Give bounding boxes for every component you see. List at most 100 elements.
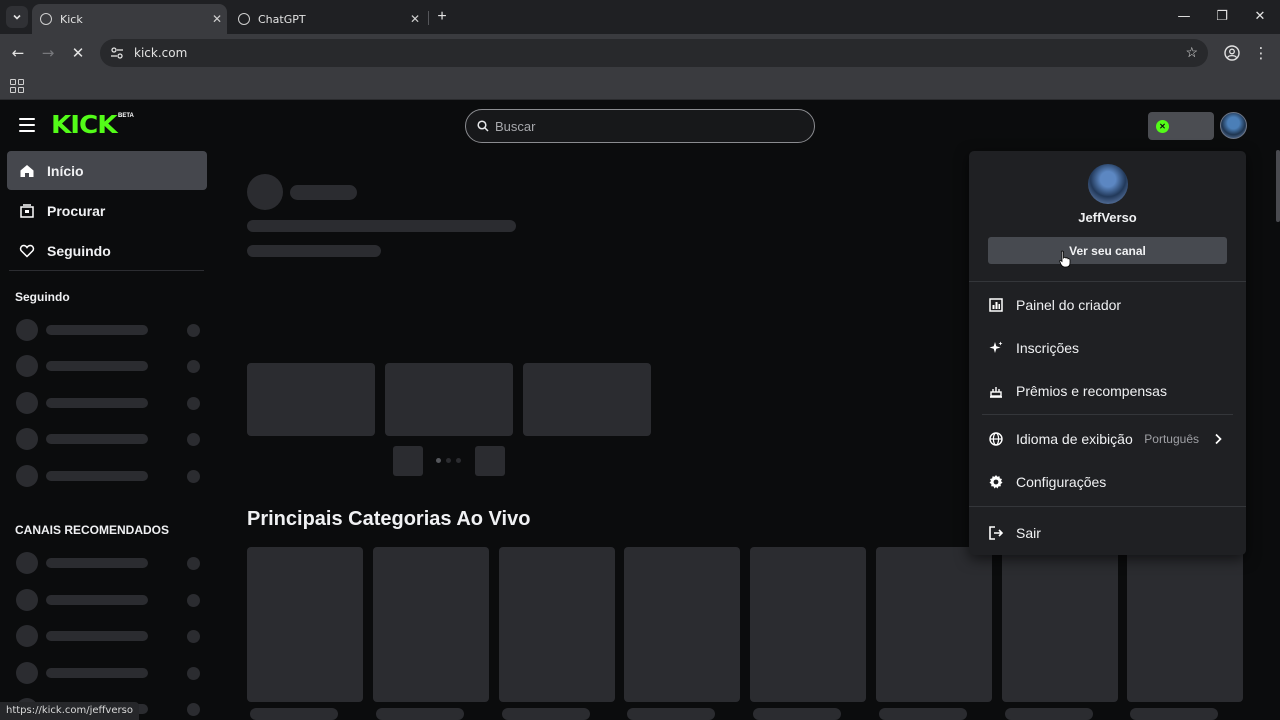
sidebar-item-label: Seguindo — [47, 242, 111, 259]
following-skeleton-row — [16, 465, 200, 487]
category-card-skeleton[interactable] — [373, 547, 489, 702]
menu-item-subscriptions[interactable]: Inscrições — [969, 331, 1246, 365]
user-avatar-button[interactable] — [1220, 112, 1247, 139]
stop-loading-button[interactable]: ✕ — [67, 42, 89, 64]
beta-badge: BETA — [118, 113, 134, 119]
featured-title-skeleton — [290, 185, 357, 200]
sidebar-item-procurar[interactable]: Procurar — [7, 191, 207, 230]
carousel-prev-button[interactable] — [393, 446, 423, 476]
close-window-button[interactable]: ✕ — [1250, 8, 1270, 26]
bookmark-star-icon[interactable]: ☆ — [1185, 44, 1198, 61]
address-bar[interactable]: kick.com ☆ — [100, 39, 1208, 67]
category-card-skeleton[interactable] — [1002, 547, 1118, 702]
menu-divider — [969, 281, 1246, 282]
kicks-wallet-button[interactable]: ✕ — [1148, 112, 1214, 140]
search-icon — [477, 120, 489, 132]
kick-logo[interactable]: KICK BETA — [51, 112, 134, 138]
logo-text: KICK — [51, 110, 118, 139]
category-label-skeleton — [1130, 708, 1218, 720]
globe-icon — [989, 432, 1003, 446]
recommended-skeleton-row — [16, 589, 200, 611]
tab-search-button[interactable] — [6, 6, 28, 28]
category-card-skeleton[interactable] — [499, 547, 615, 702]
hand-cursor-icon — [1059, 250, 1071, 268]
following-heading: Seguindo — [15, 290, 70, 304]
carousel-dot[interactable] — [436, 458, 441, 463]
section-title: Principais Categorias Ao Vivo — [247, 508, 531, 530]
hamburger-menu-icon[interactable] — [19, 118, 35, 132]
menu-item-rewards[interactable]: Prêmios e recompensas — [969, 374, 1246, 408]
forward-button[interactable]: → — [37, 42, 59, 64]
chatgpt-favicon-icon — [238, 13, 250, 25]
category-label-skeleton — [502, 708, 590, 720]
following-skeleton-row — [16, 392, 200, 414]
browser-tab-kick[interactable]: Kick ✕ — [32, 4, 227, 34]
minimize-button[interactable]: — — [1174, 8, 1194, 26]
browser-toolbar: ← → ✕ kick.com ☆ ⋮ — [0, 34, 1280, 72]
menu-item-display-language[interactable]: Idioma de exibição Português — [969, 422, 1246, 456]
search-input[interactable] — [495, 118, 785, 134]
maximize-button[interactable]: ❐ — [1212, 8, 1232, 26]
tab-title: Kick — [60, 12, 83, 26]
following-skeleton-row — [16, 319, 200, 341]
recommended-skeleton-row — [16, 552, 200, 574]
menu-item-logout[interactable]: Sair — [969, 516, 1246, 550]
category-card-skeleton[interactable] — [247, 547, 363, 702]
browse-icon — [20, 203, 34, 218]
back-button[interactable]: ← — [7, 42, 29, 64]
menu-item-label: Inscrições — [1016, 340, 1080, 356]
sidebar-item-label: Início — [47, 162, 84, 179]
close-tab-icon[interactable]: ✕ — [207, 12, 227, 26]
following-skeleton-row — [16, 355, 200, 377]
featured-line-skeleton — [247, 220, 516, 232]
page-scrollbar[interactable] — [1276, 150, 1280, 222]
heart-icon — [19, 244, 35, 258]
category-card-skeleton[interactable] — [876, 547, 992, 702]
menu-item-creator-dashboard[interactable]: Painel do criador — [969, 288, 1246, 322]
rewards-icon — [990, 387, 1002, 398]
kick-coin-icon: ✕ — [1156, 120, 1169, 133]
browser-tab-chatgpt[interactable]: ChatGPT ✕ — [230, 4, 425, 34]
sidebar-item-seguindo[interactable]: Seguindo — [7, 231, 207, 270]
carousel-dot[interactable] — [446, 458, 451, 463]
menu-divider — [969, 506, 1246, 507]
carousel-card-skeleton — [385, 363, 513, 436]
category-label-skeleton — [376, 708, 464, 720]
sidebar-divider — [9, 270, 204, 271]
profile-icon[interactable] — [1224, 45, 1240, 61]
menu-item-label: Prêmios e recompensas — [1016, 383, 1167, 399]
recommended-skeleton-row — [16, 662, 200, 684]
category-label-skeleton — [627, 708, 715, 720]
sidebar-item-inicio[interactable]: Início — [7, 151, 207, 190]
close-tab-icon[interactable]: ✕ — [405, 12, 425, 26]
featured-avatar-skeleton — [247, 174, 283, 210]
view-channel-button[interactable]: Ver seu canal — [988, 237, 1227, 264]
current-language-value: Português — [1144, 432, 1199, 446]
carousel-card-skeleton — [247, 363, 375, 436]
sparkle-icon — [989, 341, 1003, 353]
site-header: KICK BETA ✕ — [0, 100, 1280, 152]
menu-username: JeffVerso — [1078, 210, 1137, 225]
menu-item-settings[interactable]: Configurações — [969, 465, 1246, 499]
tab-title: ChatGPT — [258, 12, 306, 26]
category-card-skeleton[interactable] — [624, 547, 740, 702]
carousel-card-skeleton — [523, 363, 651, 436]
search-bar — [465, 109, 815, 143]
carousel-next-button[interactable] — [475, 446, 505, 476]
apps-grid-icon[interactable] — [10, 79, 24, 93]
browser-menu-button[interactable]: ⋮ — [1250, 42, 1272, 64]
home-icon — [20, 164, 34, 177]
kick-favicon-icon — [40, 13, 52, 25]
kick-page: KICK BETA ✕ Início Procurar Seguindo Seg… — [0, 100, 1280, 720]
status-bar-url: https://kick.com/jeffverso — [0, 702, 139, 720]
category-card-skeleton[interactable] — [750, 547, 866, 702]
browser-tab-strip: Kick ✕ ChatGPT ✕ + — ❐ ✕ — [0, 0, 1280, 34]
user-dropdown-menu: JeffVerso Ver seu canal Painel do criado… — [969, 151, 1246, 555]
carousel-dot[interactable] — [456, 458, 461, 463]
new-tab-button[interactable]: + — [432, 8, 452, 26]
chevron-down-icon — [13, 14, 21, 20]
category-card-skeleton[interactable] — [1127, 547, 1243, 702]
category-label-skeleton — [879, 708, 967, 720]
menu-avatar — [1088, 164, 1128, 204]
site-info-icon[interactable] — [110, 47, 124, 59]
